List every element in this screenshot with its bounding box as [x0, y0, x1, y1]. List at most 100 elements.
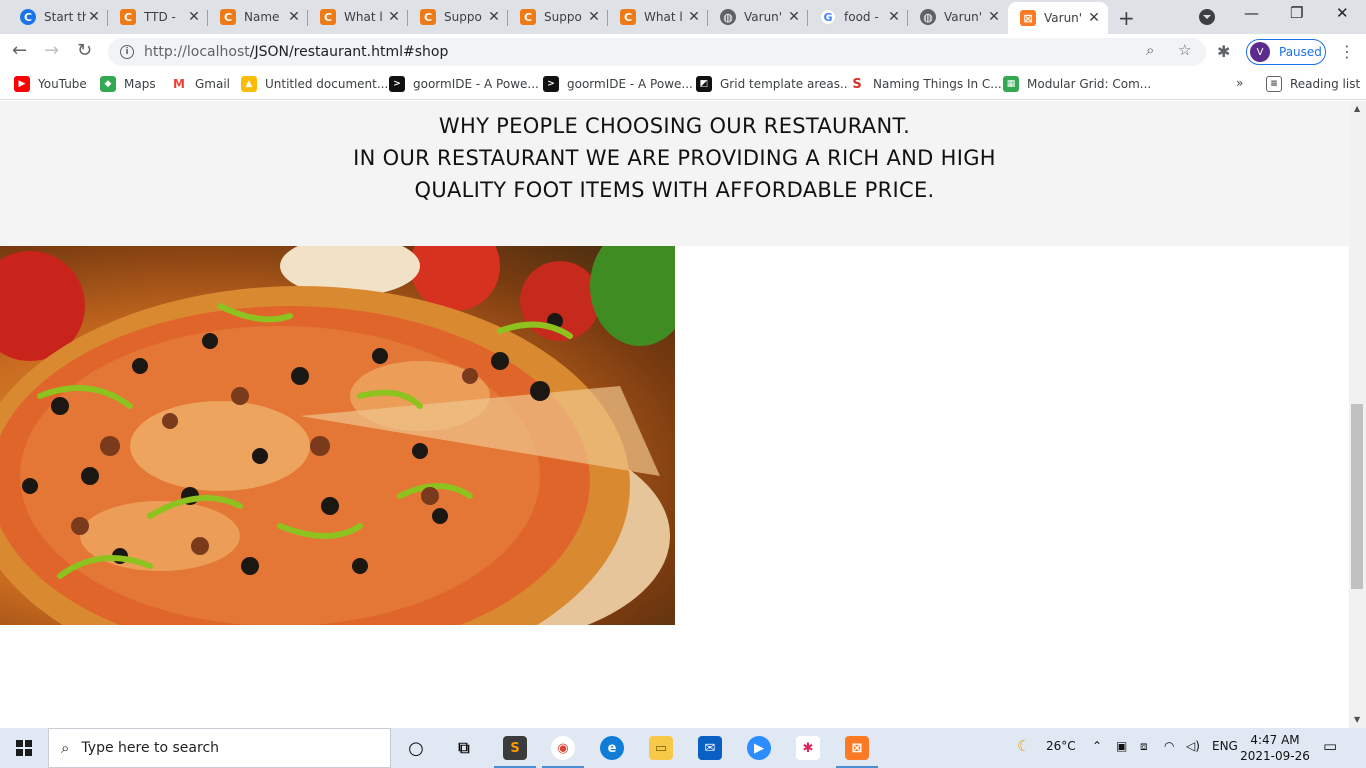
bookmark-goormide-1[interactable]: > goormIDE - A Powe... [389, 76, 539, 92]
bookmark-label: Untitled document... [265, 77, 389, 91]
bookmark-naming-things[interactable]: S Naming Things In C... [849, 76, 1002, 92]
url-text[interactable]: http://localhost/JSON/restaurant.html#sh… [144, 44, 1206, 60]
tab-title: Start th [44, 10, 86, 24]
scroll-down-icon[interactable]: ▼ [1354, 715, 1360, 724]
bookmark-maps[interactable]: ◆ Maps [100, 76, 156, 92]
tab-title: Name [244, 10, 280, 24]
slack-icon[interactable]: ✱ [796, 736, 820, 760]
language-indicator[interactable]: ENG [1212, 739, 1238, 753]
bookmark-grid-template[interactable]: ◩ Grid template areas... [696, 76, 851, 92]
notifications-icon[interactable]: ▭ [1323, 737, 1337, 755]
tab-search-icon[interactable] [1199, 9, 1215, 25]
weather-temp[interactable]: 26°C [1046, 739, 1076, 753]
browser-tab[interactable]: C TTD - ✕ [108, 4, 208, 30]
c-orange-icon: C [520, 9, 536, 25]
close-tab-icon[interactable]: ✕ [486, 9, 502, 25]
browser-tab[interactable]: C Suppo ✕ [408, 4, 508, 30]
windows-start-icon[interactable] [16, 740, 32, 756]
wifi-icon[interactable]: ◠ [1164, 739, 1174, 753]
restore-icon[interactable]: ❐ [1290, 4, 1303, 22]
close-tab-icon[interactable]: ✕ [186, 9, 202, 25]
reload-icon[interactable]: ↻ [77, 40, 92, 61]
pizza-image [0, 246, 675, 625]
pizza-illustration [0, 246, 675, 625]
browser-tab[interactable]: C Suppo ✕ [508, 4, 608, 30]
scroll-up-icon[interactable]: ▲ [1354, 104, 1360, 113]
c-orange-icon: C [420, 9, 436, 25]
taskbar-search[interactable]: ⌕ Type here to search [48, 728, 391, 768]
close-tab-icon[interactable]: ✕ [586, 9, 602, 25]
zoom-app-icon[interactable]: ▶ [747, 736, 771, 760]
profile-button[interactable]: V Paused [1246, 39, 1326, 65]
browser-tab[interactable]: ◍ Varun' ✕ [908, 4, 1008, 30]
forward-icon[interactable]: → [44, 40, 59, 61]
tab-title: food - [844, 10, 879, 24]
bookmark-untitled-document[interactable]: ▲ Untitled document... [241, 76, 388, 92]
close-tab-icon[interactable]: ✕ [286, 9, 302, 25]
bookmark-gmail[interactable]: M Gmail [171, 76, 230, 92]
meet-now-icon[interactable]: ▣ [1116, 739, 1127, 753]
sublime-text-icon[interactable]: S [494, 736, 536, 768]
bookmark-modular-grid[interactable]: ▦ Modular Grid: Com... [1003, 76, 1151, 92]
close-window-icon[interactable]: ✕ [1336, 4, 1349, 22]
why-heading: WHY PEOPLE CHOOSING OUR RESTAURANT. [438, 114, 911, 138]
search-placeholder: Type here to search [81, 740, 220, 756]
cortana-icon[interactable]: ○ [404, 736, 428, 760]
close-tab-icon[interactable]: ✕ [86, 9, 102, 25]
new-tab-icon[interactable]: + [1118, 6, 1135, 30]
reading-list-button[interactable]: ≡ Reading list [1266, 76, 1360, 92]
tab-strip: C Start th ✕ C TTD - ✕ C Name ✕ C What l… [0, 0, 1366, 34]
browser-tab[interactable]: C Name ✕ [208, 4, 308, 30]
close-tab-icon[interactable]: ✕ [386, 9, 402, 25]
xampp-taskbar-icon[interactable]: ⊠ [836, 736, 878, 768]
browser-tab-active[interactable]: ⊠ Varun' ✕ [1008, 2, 1108, 34]
bookmark-label: goormIDE - A Powe... [413, 77, 539, 91]
tab-title: What l [344, 10, 383, 24]
minimize-icon[interactable]: — [1244, 4, 1259, 22]
browser-tab[interactable]: C What l ✕ [308, 4, 408, 30]
file-explorer-icon[interactable]: ▭ [649, 736, 673, 760]
chevron-up-icon[interactable]: ⌃ [1092, 739, 1102, 753]
scroll-thumb[interactable] [1351, 404, 1363, 589]
back-icon[interactable]: ← [12, 40, 27, 61]
mail-icon[interactable]: ✉ [698, 736, 722, 760]
bookmarks-overflow[interactable]: » [1236, 76, 1243, 90]
drive-icon: ▲ [241, 76, 257, 92]
close-tab-icon[interactable]: ✕ [1086, 10, 1102, 26]
tab-title: Suppo [544, 10, 582, 24]
clock[interactable]: 4:47 AM 2021-09-26 [1240, 732, 1310, 764]
display-icon[interactable]: ⧈ [1140, 739, 1148, 754]
address-bar[interactable]: i http://localhost/JSON/restaurant.html#… [108, 38, 1206, 66]
profile-status: Paused [1279, 45, 1322, 59]
close-tab-icon[interactable]: ✕ [786, 9, 802, 25]
volume-icon[interactable]: ◁) [1186, 739, 1200, 753]
tab-title: Suppo [444, 10, 482, 24]
menu-icon[interactable]: ⋮ [1339, 42, 1355, 61]
close-tab-icon[interactable]: ✕ [686, 9, 702, 25]
terminal-icon: > [389, 76, 405, 92]
page-scrollbar[interactable]: ▲ ▼ [1349, 101, 1366, 728]
browser-tab[interactable]: G food - ✕ [808, 4, 908, 30]
bookmark-youtube[interactable]: ▶ YouTube [14, 76, 87, 92]
bookmark-goormide-2[interactable]: > goormIDE - A Powe... [543, 76, 693, 92]
edge-icon[interactable]: e [600, 736, 624, 760]
clock-date: 2021-09-26 [1240, 749, 1310, 763]
bookmark-star-icon[interactable]: ☆ [1178, 41, 1191, 59]
chrome-icon: C [20, 9, 36, 25]
bookmarks-bar: ▶ YouTube ◆ Maps M Gmail ▲ Untitled docu… [0, 70, 1366, 100]
zoom-icon[interactable]: ⌕ [1146, 41, 1154, 59]
close-tab-icon[interactable]: ✕ [986, 9, 1002, 25]
extensions-icon[interactable]: ✱ [1217, 42, 1230, 61]
weather-icon: ☾ [1017, 737, 1031, 755]
browser-tab[interactable]: C Start th ✕ [8, 4, 108, 30]
chrome-taskbar-icon[interactable]: ◉ [542, 736, 584, 768]
info-icon[interactable]: i [120, 45, 134, 59]
reading-list-label: Reading list [1290, 77, 1361, 91]
close-tab-icon[interactable]: ✕ [886, 9, 902, 25]
terminal-icon: > [543, 76, 559, 92]
windows-taskbar: ⌕ Type here to search ○ ⧉ S ◉ e ▭ ✉ ▶ ✱ … [0, 728, 1366, 768]
task-view-icon[interactable]: ⧉ [452, 736, 476, 760]
browser-tab[interactable]: C What l ✕ [608, 4, 708, 30]
browser-tab[interactable]: ◍ Varun' ✕ [708, 4, 808, 30]
bookmark-label: Grid template areas... [720, 77, 852, 91]
